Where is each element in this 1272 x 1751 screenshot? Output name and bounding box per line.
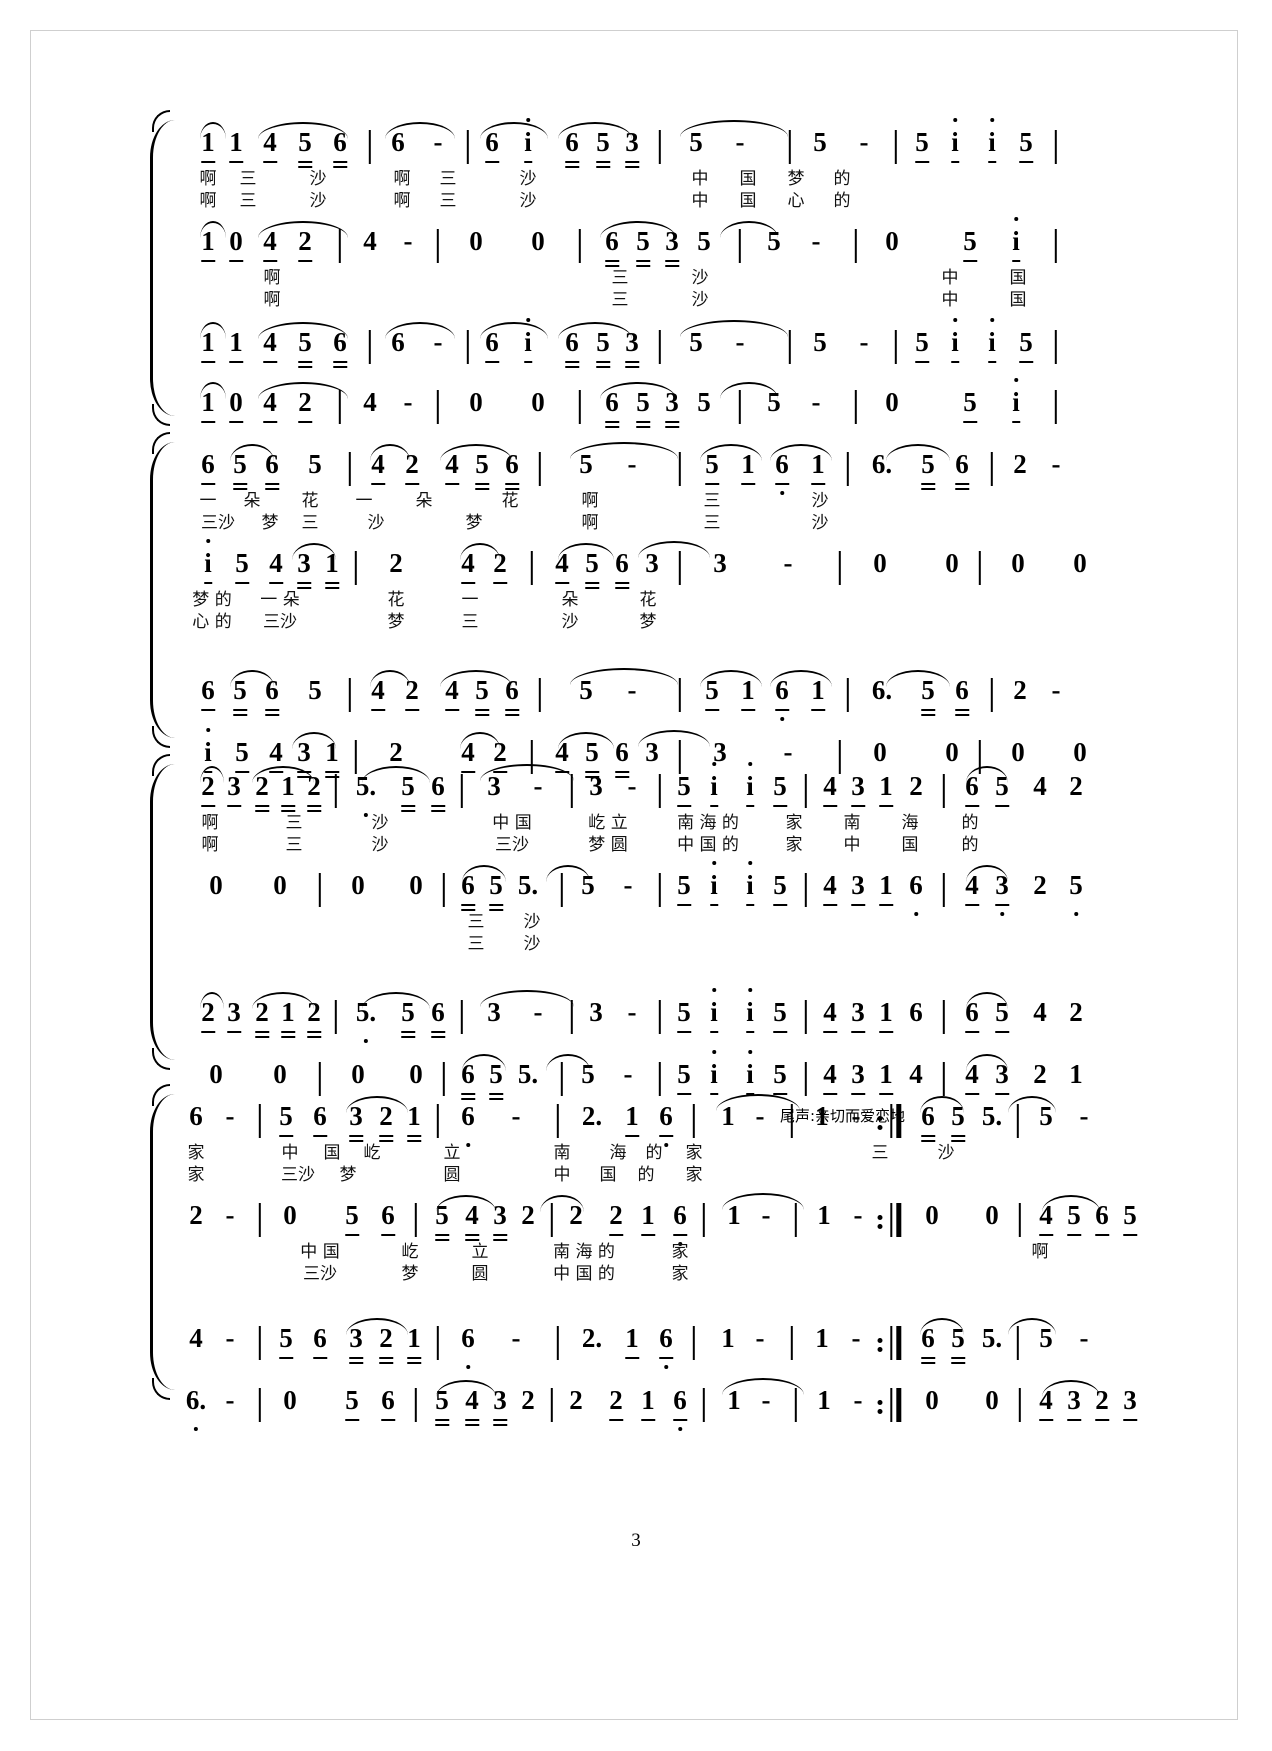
staff-s3-v1: 2 3 2 1 2 5. 5 6 3 - 3 - 5 i i 5 4 3 1 2…	[180, 762, 1083, 857]
notes-row: 1 0 4 2 4 - 0 0 6 5 3 5 5 - 0 5 i	[180, 217, 1058, 267]
lyrics-row-2: 啊 三 沙 三沙 梦 圆 中 国 的 家 中 国 的	[201, 835, 979, 855]
staff-s4-v1: 6 - 5 6 3 2 1 6 - 2. 1 6 1 - 1 - 6 5 5. …	[180, 1094, 1089, 1187]
notes-row: i 5 4 3 1 2 4 2 4 5 6 3 3 - 0 0 0 0	[180, 539, 1087, 589]
staff-s1-v1: 1 1 4 5 6 6 - 6 i 6 5 3 5 - 5 - 5 i i 5 …	[180, 118, 1058, 213]
notes-row: 6 - 5 6 3 2 1 6 - 2. 1 6 1 - 1 - 6 5 5. …	[180, 1094, 1089, 1147]
repeat-dots	[877, 1112, 883, 1134]
notes-row: 0 0 0 0 6 5 5. 5 - 5 i i 5 4	[180, 1050, 1083, 1100]
notes-row: 6 5 6 5 4 2 4 5 6 5 - 5 1 6 1 6. 5 6 2 -	[180, 442, 1061, 495]
repeat-dots	[877, 1396, 883, 1418]
repeat-barline	[890, 1388, 902, 1422]
system-4: 6 - 5 6 3 2 1 6 - 2. 1 6 1 - 1 - 6 5 5. …	[150, 1084, 1137, 1431]
notes-row: 4 - 5 6 3 2 1 6 - 2. 1 6 1 - 1 - 6 5 5. …	[180, 1316, 1089, 1369]
system-brace	[150, 754, 175, 1070]
notes-row: 1 1 4 5 6 6 - 6 i 6 5 3 5 - 5 - 5 i i 5	[180, 118, 1058, 168]
system-3: 2 3 2 1 2 5. 5 6 3 - 3 - 5 i i 5 4 3 1 2…	[150, 754, 1083, 1100]
notes-row: 6. - 0 5 6 5 4 3 2 2 2 1 6 1 - 1 - 0 0 4…	[180, 1378, 1137, 1431]
notes-row: 2 - 0 5 6 5 4 3 2 2 2 1 6 1 - 1 - 0 0 4 …	[180, 1193, 1137, 1246]
staff-s3-v2: 0 0 0 0 6 5 5. 5 - 5 i i 5 4 3 1 6 4 3 2…	[180, 861, 1083, 956]
system-2: 6 5 6 5 4 2 4 5 6 5 - 5 1 6 1 6. 5 6 2 -…	[150, 432, 1087, 778]
staff-s1-v3: 1 1 4 5 6 6 - 6 i 6 5 3 5 - 5 - 5 i i 5	[180, 318, 1058, 368]
staff-s2-v2: i 5 4 3 1 2 4 2 4 5 6 3 3 - 0 0 0 0 梦 的 …	[180, 539, 1087, 634]
music-sheet: 1 1 4 5 6 6 - 6 i 6 5 3 5 - 5 - 5 i i 5 …	[150, 110, 1137, 1431]
repeat-dots	[877, 1334, 883, 1356]
staff-s1-v2: 1 0 4 2 4 - 0 0 6 5 3 5 5 - 0 5 i 啊 三 沙 …	[180, 217, 1058, 312]
staff-s4-v2: 2 - 0 5 6 5 4 3 2 2 2 1 6 1 - 1 - 0 0 4 …	[180, 1193, 1137, 1286]
notes-row: 1 0 4 2 4 - 0 0 6 5 3 5 5 - 0 5 i	[180, 378, 1058, 428]
repeat-barline	[890, 1203, 902, 1237]
notes-row: 6 5 6 5 4 2 4 5 6 5 - 5 1 6 1 6. 5 6 2 -	[180, 668, 1061, 721]
notes-row: 1 1 4 5 6 6 - 6 i 6 5 3 5 - 5 - 5 i i 5	[180, 318, 1058, 368]
staff-s3-v3: 2 3 2 1 2 5. 5 6 3 - 3 - 5 i i 5 4 3 1 6…	[180, 988, 1083, 1043]
system-brace	[150, 1084, 175, 1400]
lyrics-row-2: 三沙 梦 圆 中 国 的 家	[303, 1264, 689, 1284]
system-brace	[150, 432, 175, 748]
lyrics-row-2: 家 三沙 梦 圆 中 国 的 家	[187, 1165, 703, 1185]
lyrics-row-2: 三 沙	[467, 934, 541, 954]
lyrics-row-2: 心 的 三沙 梦 三 沙 梦	[192, 612, 657, 632]
system-brace	[150, 110, 175, 426]
repeat-dots	[877, 1211, 883, 1233]
repeat-barline	[890, 1104, 902, 1138]
staff-s1-v4: 1 0 4 2 4 - 0 0 6 5 3 5 5 - 0 5 i	[180, 378, 1058, 428]
lyrics-row-2: 啊 三 沙 中 国	[263, 290, 1027, 310]
system-1: 1 1 4 5 6 6 - 6 i 6 5 3 5 - 5 - 5 i i 5 …	[150, 110, 1058, 428]
lyrics-row-2: 啊 三 沙 啊 三 沙 中 国 心 的	[199, 191, 851, 211]
notes-row: 2 3 2 1 2 5. 5 6 3 - 3 - 5 i	[180, 988, 1083, 1043]
lyrics-row-2: 三沙 梦 三 沙 梦 啊 三 沙	[201, 513, 829, 533]
page-number: 3	[631, 1530, 641, 1551]
staff-s3-v4: 0 0 0 0 6 5 5. 5 - 5 i i 5 4 3 1 4 4 3 2…	[180, 1050, 1083, 1100]
staff-s4-v3: 4 - 5 6 3 2 1 6 - 2. 1 6 1 - 1 - 6 5 5. …	[180, 1316, 1089, 1369]
staff-s2-v3: 6 5 6 5 4 2 4 5 6 5 - 5 1 6 1 6. 5 6 2 -	[180, 668, 1061, 721]
staff-s4-v4: 6. - 0 5 6 5 4 3 2 2 2 1 6 1 - 1 - 0 0 4…	[180, 1378, 1137, 1431]
notes-row: 0 0 0 0 6 5 5. 5 - 5 i i 5 4	[180, 861, 1083, 916]
staff-s2-v1: 6 5 6 5 4 2 4 5 6 5 - 5 1 6 1 6. 5 6 2 -…	[180, 442, 1061, 535]
notes-row: 2 3 2 1 2 5. 5 6 3 - 3 - 5 i	[180, 762, 1083, 817]
repeat-barline	[890, 1326, 902, 1360]
